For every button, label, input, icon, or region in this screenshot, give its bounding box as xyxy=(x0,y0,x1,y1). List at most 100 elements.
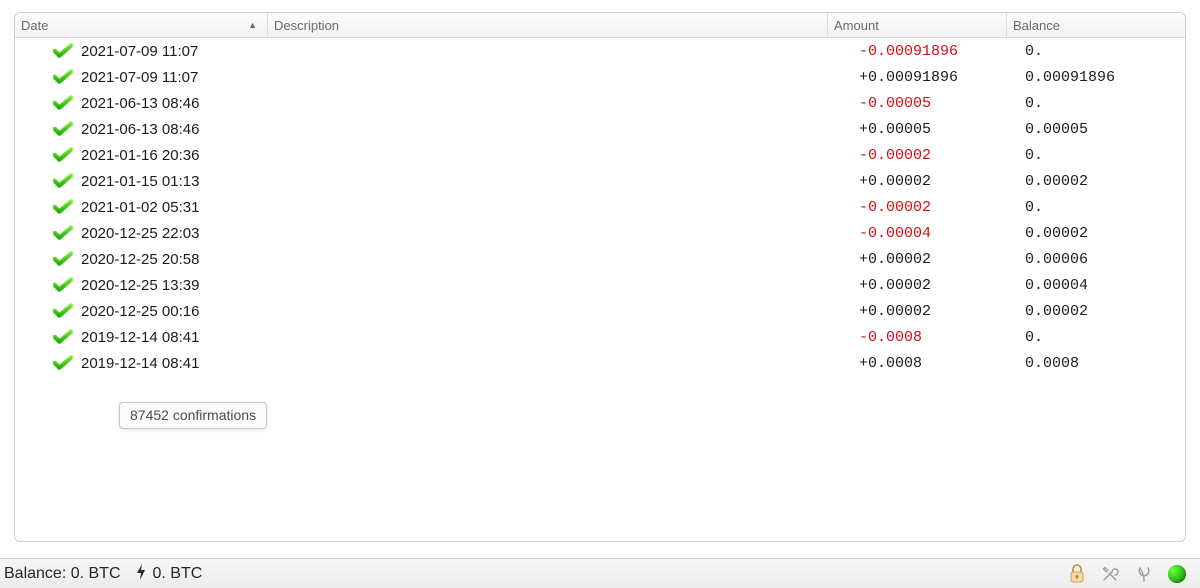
cell-date-text: 2021-01-15 01:13 xyxy=(81,173,199,190)
confirmed-checkmark-icon xyxy=(53,95,73,111)
cell-balance: 0.0008 xyxy=(1019,355,1185,372)
cell-date: 2020-12-25 20:58 xyxy=(15,251,255,268)
column-header-amount[interactable]: Amount xyxy=(828,13,1007,37)
table-row[interactable]: 2021-01-15 01:13 +0.000020.00002 xyxy=(15,168,1185,194)
cell-amount: +0.00002 xyxy=(853,173,1019,190)
cell-date-text: 2019-12-14 08:41 xyxy=(81,355,199,372)
cell-balance: 0.00002 xyxy=(1019,173,1185,190)
column-header-balance[interactable]: Balance xyxy=(1007,13,1185,37)
cell-amount: -0.00002 xyxy=(853,199,1019,216)
confirmed-checkmark-icon xyxy=(53,277,73,293)
cell-balance: 0.00006 xyxy=(1019,251,1185,268)
cell-amount: +0.00002 xyxy=(853,277,1019,294)
cell-date: 2020-12-25 00:16 xyxy=(15,303,255,320)
confirmed-checkmark-icon xyxy=(53,225,73,241)
confirmations-tooltip: 87452 confirmations xyxy=(119,402,267,429)
cell-amount: +0.00005 xyxy=(853,121,1019,138)
table-row[interactable]: 2021-07-09 11:07 -0.000918960. xyxy=(15,38,1185,64)
cell-balance: 0.00091896 xyxy=(1019,69,1185,86)
tools-icon[interactable] xyxy=(1100,564,1120,584)
cell-balance: 0.00004 xyxy=(1019,277,1185,294)
confirmed-checkmark-icon xyxy=(53,303,73,319)
table-row[interactable]: 2019-12-14 08:41 +0.00080.0008 xyxy=(15,350,1185,376)
cell-date: 2021-07-09 11:07 xyxy=(15,43,255,60)
cell-date: 2019-12-14 08:41 xyxy=(15,355,255,372)
cell-balance: 0. xyxy=(1019,199,1185,216)
cell-balance: 0.00005 xyxy=(1019,121,1185,138)
cell-date-text: 2021-01-02 05:31 xyxy=(81,199,199,216)
column-header-description-label: Description xyxy=(274,18,339,33)
status-icons xyxy=(1068,564,1200,584)
status-bar: Balance: 0. BTC 0. BTC xyxy=(0,558,1200,588)
cell-amount: -0.00091896 xyxy=(853,43,1019,60)
table-row[interactable]: 2020-12-25 00:16 +0.000020.00002 xyxy=(15,298,1185,324)
cell-date-text: 2019-12-14 08:41 xyxy=(81,329,199,346)
cell-date-text: 2021-07-09 11:07 xyxy=(81,43,198,60)
cell-amount: -0.00005 xyxy=(853,95,1019,112)
table-row[interactable]: 2020-12-25 13:39 +0.000020.00004 xyxy=(15,272,1185,298)
table-row[interactable]: 2021-06-13 08:46 +0.000050.00005 xyxy=(15,116,1185,142)
column-header-date-label: Date xyxy=(21,18,48,33)
cell-balance: 0.00002 xyxy=(1019,225,1185,242)
cell-date: 2021-01-02 05:31 xyxy=(15,199,255,216)
cell-date: 2021-07-09 11:07 xyxy=(15,69,255,86)
tooltip-text: 87452 confirmations xyxy=(130,407,256,423)
cell-date-text: 2021-01-16 20:36 xyxy=(81,147,199,164)
sort-ascending-icon: ▲ xyxy=(248,20,261,30)
cell-amount: +0.00002 xyxy=(853,303,1019,320)
cell-date: 2021-06-13 08:46 xyxy=(15,95,255,112)
cell-date-text: 2020-12-25 20:58 xyxy=(81,251,199,268)
cell-amount: -0.0008 xyxy=(853,329,1019,346)
column-header-balance-label: Balance xyxy=(1013,18,1060,33)
table-row[interactable]: 2021-01-16 20:36 -0.000020. xyxy=(15,142,1185,168)
cell-date-text: 2020-12-25 00:16 xyxy=(81,303,199,320)
cell-amount: +0.00002 xyxy=(853,251,1019,268)
network-status-dot[interactable] xyxy=(1168,565,1186,583)
cell-date-text: 2020-12-25 13:39 xyxy=(81,277,199,294)
cell-amount: -0.00004 xyxy=(853,225,1019,242)
cell-balance: 0.00002 xyxy=(1019,303,1185,320)
cell-date-text: 2021-06-13 08:46 xyxy=(81,121,199,138)
confirmed-checkmark-icon xyxy=(53,251,73,267)
seed-icon[interactable] xyxy=(1134,564,1154,584)
cell-amount: +0.0008 xyxy=(853,355,1019,372)
lightning-icon xyxy=(135,564,147,584)
cell-date: 2021-01-16 20:36 xyxy=(15,147,255,164)
cell-amount: +0.00091896 xyxy=(853,69,1019,86)
cell-date-text: 2020-12-25 22:03 xyxy=(81,225,199,242)
cell-date: 2020-12-25 22:03 xyxy=(15,225,255,242)
cell-amount: -0.00002 xyxy=(853,147,1019,164)
table-row[interactable]: 2021-01-02 05:31 -0.000020. xyxy=(15,194,1185,220)
cell-date: 2019-12-14 08:41 xyxy=(15,329,255,346)
confirmed-checkmark-icon xyxy=(53,69,73,85)
table-row[interactable]: 2020-12-25 22:03 -0.000040.00002 xyxy=(15,220,1185,246)
cell-date-text: 2021-06-13 08:46 xyxy=(81,95,199,112)
transaction-rows: 2021-07-09 11:07-0.000918960. 2021-07-09… xyxy=(15,38,1185,376)
cell-balance: 0. xyxy=(1019,95,1185,112)
column-header-row: Date ▲ Description Amount Balance xyxy=(15,13,1185,38)
column-header-description[interactable]: Description xyxy=(268,13,828,37)
column-header-date[interactable]: Date ▲ xyxy=(15,13,268,37)
confirmed-checkmark-icon xyxy=(53,199,73,215)
cell-date: 2021-01-15 01:13 xyxy=(15,173,255,190)
confirmed-checkmark-icon xyxy=(53,121,73,137)
history-panel: Date ▲ Description Amount Balance 2021-0… xyxy=(14,12,1186,542)
status-lightning-text: 0. BTC xyxy=(153,565,203,583)
confirmed-checkmark-icon xyxy=(53,43,73,59)
cell-date: 2020-12-25 13:39 xyxy=(15,277,255,294)
confirmed-checkmark-icon xyxy=(53,173,73,189)
lock-icon[interactable] xyxy=(1068,564,1086,584)
table-row[interactable]: 2020-12-25 20:58 +0.000020.00006 xyxy=(15,246,1185,272)
cell-balance: 0. xyxy=(1019,147,1185,164)
cell-balance: 0. xyxy=(1019,329,1185,346)
table-row[interactable]: 2019-12-14 08:41 -0.00080. xyxy=(15,324,1185,350)
status-balance-text: Balance: 0. BTC xyxy=(0,565,121,583)
table-row[interactable]: 2021-06-13 08:46 -0.000050. xyxy=(15,90,1185,116)
cell-balance: 0. xyxy=(1019,43,1185,60)
cell-date-text: 2021-07-09 11:07 xyxy=(81,69,198,86)
confirmed-checkmark-icon xyxy=(53,147,73,163)
confirmed-checkmark-icon xyxy=(53,329,73,345)
column-header-amount-label: Amount xyxy=(834,18,879,33)
confirmed-checkmark-icon xyxy=(53,355,73,371)
table-row[interactable]: 2021-07-09 11:07 +0.000918960.00091896 xyxy=(15,64,1185,90)
